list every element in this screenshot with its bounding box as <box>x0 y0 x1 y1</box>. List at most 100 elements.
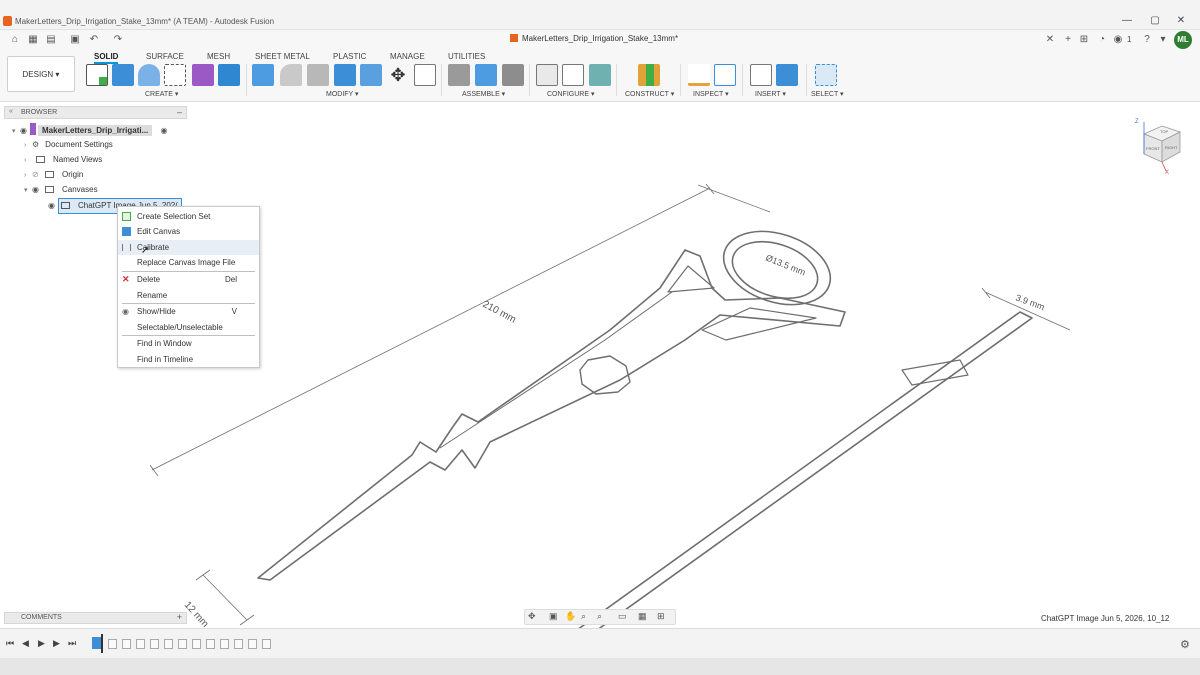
orbit-icon[interactable]: ✥ <box>528 611 536 622</box>
insert-canvas-icon[interactable] <box>776 64 798 86</box>
document-tab[interactable]: MakerLetters_Drip_Irrigation_Stake_13mm* <box>510 34 678 43</box>
insert-derive-icon[interactable] <box>750 64 772 86</box>
minimize-button[interactable]: — <box>1116 14 1138 28</box>
redo-icon[interactable]: ↷ <box>112 34 124 46</box>
group-modify[interactable]: MODIFY ▾ <box>326 90 359 98</box>
chamfer-icon[interactable] <box>307 64 329 86</box>
combine-icon[interactable] <box>360 64 382 86</box>
tree-item-canvases[interactable]: ▾ ◉ Canvases <box>24 183 98 197</box>
save-icon[interactable]: ▣ <box>69 34 81 46</box>
create-sketch-icon[interactable] <box>86 64 108 86</box>
view-cube[interactable]: TOP FRONT RIGHT Z X <box>1134 116 1186 174</box>
viewports-icon[interactable]: ⊞ <box>657 611 665 622</box>
timeline-item[interactable] <box>164 639 173 649</box>
hidden-eye-icon[interactable]: ⊘ <box>32 168 42 182</box>
help-dropdown-icon[interactable]: ▾ <box>1157 34 1169 46</box>
tab-plastic[interactable]: PLASTIC <box>333 52 366 61</box>
notifications-icon[interactable]: ◉ <box>1112 34 1124 46</box>
timeline-item[interactable] <box>108 639 117 649</box>
shell-icon[interactable] <box>334 64 356 86</box>
measure-icon[interactable] <box>688 64 710 86</box>
activate-radio-icon[interactable]: ◉ <box>161 126 168 135</box>
as-built-joint-icon[interactable] <box>502 64 524 86</box>
timeline-marker[interactable] <box>101 634 103 653</box>
joint-icon[interactable] <box>448 64 470 86</box>
new-tab-icon[interactable]: + <box>1062 34 1074 46</box>
tree-item-document-settings[interactable]: › ⚙ Document Settings <box>24 138 113 152</box>
display-settings-icon[interactable]: ▭ <box>618 611 627 622</box>
browser-minimize-icon[interactable]: – <box>177 107 182 117</box>
expand-arrow-icon[interactable]: › <box>24 139 32 153</box>
comments-panel[interactable]: COMMENTS + <box>4 612 187 624</box>
offset-plane-icon[interactable] <box>638 64 660 86</box>
maximize-button[interactable]: ▢ <box>1144 14 1166 28</box>
tree-root[interactable]: ▾ ◉ MakerLetters_Drip_Irrigati... ◉ <box>12 123 187 137</box>
timeline-next-icon[interactable]: ▶ <box>53 638 60 649</box>
expand-arrow-icon[interactable]: › <box>24 154 32 168</box>
extensions-icon[interactable]: ⊞ <box>1078 34 1090 46</box>
tree-item-origin[interactable]: › ⊘ Origin <box>24 168 83 182</box>
configuration-table-icon[interactable] <box>562 64 584 86</box>
home-icon[interactable]: ⌂ <box>9 34 21 46</box>
timeline-item[interactable] <box>136 639 145 649</box>
tree-item-named-views[interactable]: › Named Views <box>24 153 102 167</box>
timeline-item[interactable] <box>178 639 187 649</box>
fillet-icon[interactable] <box>280 64 302 86</box>
press-pull-icon[interactable] <box>252 64 274 86</box>
close-window-button[interactable]: ✕ <box>1170 14 1192 28</box>
expand-arrow-icon[interactable]: ▾ <box>24 184 32 198</box>
group-inspect[interactable]: INSPECT ▾ <box>693 90 729 98</box>
add-comment-icon[interactable]: + <box>177 612 182 622</box>
tab-utilities[interactable]: UTILITIES <box>448 52 485 61</box>
data-panel-icon[interactable]: ▦ <box>27 34 39 46</box>
expand-arrow-icon[interactable]: ▾ <box>12 125 20 139</box>
move-icon[interactable]: ✥ <box>387 64 409 86</box>
timeline-item[interactable] <box>206 639 215 649</box>
tab-mesh[interactable]: MESH <box>207 52 230 61</box>
timeline-settings-icon[interactable]: ⚙ <box>1180 638 1190 651</box>
pan-icon[interactable]: ✋ <box>565 611 576 622</box>
expand-arrow-icon[interactable]: › <box>24 169 32 183</box>
group-create[interactable]: CREATE ▾ <box>145 90 178 98</box>
section-analysis-icon[interactable] <box>714 64 736 86</box>
timeline-item[interactable] <box>192 639 201 649</box>
timeline-first-icon[interactable]: ⏮ <box>6 638 14 649</box>
zoom-icon[interactable]: ⌕ <box>581 611 586 622</box>
theme-table-icon[interactable] <box>589 64 611 86</box>
project-icon[interactable] <box>164 64 186 86</box>
file-menu-icon[interactable]: ▤ <box>45 34 57 46</box>
tab-manage[interactable]: MANAGE <box>390 52 425 61</box>
configure-icon[interactable] <box>536 64 558 86</box>
visibility-eye-icon[interactable]: ◉ <box>48 199 58 213</box>
timeline-item-canvas[interactable] <box>92 637 101 649</box>
workspace-switcher[interactable]: DESIGN ▾ <box>7 56 75 92</box>
grid-settings-icon[interactable]: ▦ <box>638 611 647 622</box>
tab-sheet-metal[interactable]: SHEET METAL <box>255 52 310 61</box>
timeline-item[interactable] <box>234 639 243 649</box>
parameters-icon[interactable] <box>414 64 436 86</box>
timeline-item[interactable] <box>248 639 257 649</box>
extrude-icon[interactable] <box>112 64 134 86</box>
visibility-eye-icon[interactable]: ◉ <box>32 183 42 197</box>
group-select[interactable]: SELECT ▾ <box>811 90 844 98</box>
revolve-icon[interactable] <box>138 64 160 86</box>
timeline-item[interactable] <box>122 639 131 649</box>
group-configure[interactable]: CONFIGURE ▾ <box>547 90 594 98</box>
timeline-previous-icon[interactable]: ◀ <box>22 638 29 649</box>
fit-icon[interactable]: ⌕ <box>597 611 602 622</box>
group-assemble[interactable]: ASSEMBLE ▾ <box>462 90 505 98</box>
timeline-item[interactable] <box>262 639 271 649</box>
new-component-icon[interactable] <box>475 64 497 86</box>
form-icon[interactable] <box>192 64 214 86</box>
timeline-play-icon[interactable]: ▶ <box>38 638 45 649</box>
visibility-eye-icon[interactable]: ◉ <box>20 124 30 138</box>
help-icon[interactable]: ? <box>1141 34 1153 46</box>
select-icon[interactable] <box>815 64 837 86</box>
tab-solid[interactable]: SOLID <box>94 52 119 64</box>
job-status-icon[interactable]: ◔ <box>1096 34 1108 46</box>
collapse-browser-icon[interactable]: « <box>9 108 13 115</box>
timeline-last-icon[interactable]: ⏭ <box>68 638 76 649</box>
box-icon[interactable] <box>218 64 240 86</box>
timeline-item[interactable] <box>150 639 159 649</box>
group-construct[interactable]: CONSTRUCT ▾ <box>625 90 674 98</box>
